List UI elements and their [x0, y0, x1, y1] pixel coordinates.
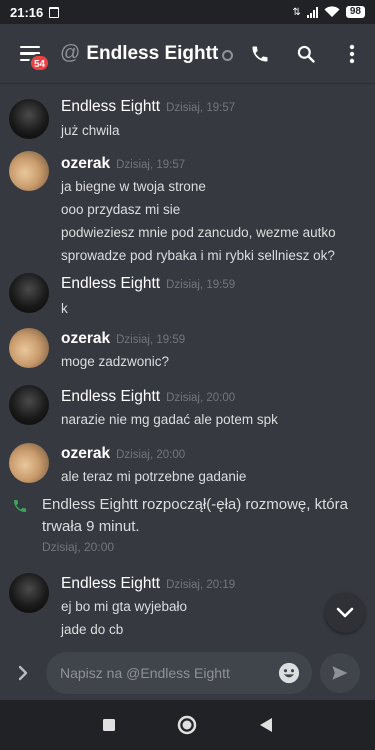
message-text: już chwila	[61, 123, 120, 138]
message-composer	[0, 645, 375, 700]
notification-badge: 54	[29, 53, 51, 72]
signal-icon	[306, 6, 318, 18]
message-author[interactable]: ozerak	[61, 330, 110, 347]
message-text: ale teraz mi potrzebne gadanie	[61, 469, 247, 484]
avatar[interactable]	[9, 328, 49, 368]
recents-button[interactable]	[89, 705, 129, 745]
avatar[interactable]	[9, 99, 49, 139]
message-input-container	[46, 651, 312, 694]
message-author[interactable]: Endless Eightt	[61, 575, 160, 592]
message-author[interactable]: Endless Eightt	[61, 275, 160, 292]
message-author[interactable]: ozerak	[61, 445, 110, 462]
search-icon	[297, 45, 315, 63]
message-timestamp: Dzisiaj, 19:59	[166, 279, 236, 291]
message-text: ej bo mi gta wyjebało	[61, 599, 188, 614]
back-button[interactable]	[246, 705, 286, 745]
wifi-icon	[324, 6, 340, 18]
menu-button[interactable]: 54	[0, 24, 60, 84]
search-button[interactable]	[283, 24, 329, 84]
chevron-right-icon	[18, 665, 28, 680]
message-timestamp: Dzisiaj, 20:00	[116, 449, 186, 461]
expand-button[interactable]	[0, 645, 46, 700]
call-notice-timestamp: Dzisiaj, 20:00	[42, 540, 115, 554]
message-timestamp: Dzisiaj, 20:00	[166, 392, 236, 404]
message-text: moge zadzwonic?	[61, 354, 170, 369]
message-timestamp: Dzisiaj, 19:59	[116, 334, 186, 346]
data-transfer-icon: ⇅	[292, 6, 301, 18]
kebab-menu-icon	[349, 44, 355, 63]
system-nav-bar	[0, 700, 375, 750]
message-timestamp: Dzisiaj, 19:57	[166, 102, 236, 114]
message-author[interactable]: ozerak	[61, 155, 110, 172]
message-author[interactable]: Endless Eightt	[61, 98, 160, 115]
message-list[interactable]: Endless Eightt Dzisiaj, 19:57 już chwila …	[0, 85, 375, 645]
offline-status-icon	[222, 49, 234, 61]
call-notice-text: Endless Eightt rozpoczął(-ęła) rozmowę, …	[42, 496, 348, 513]
status-time: 21:16	[10, 4, 44, 20]
status-bar: 21:16 ⇅ 98	[0, 0, 375, 24]
avatar[interactable]	[9, 573, 49, 613]
message-text: podwieziesz mnie pod zancudo, wezme autk…	[61, 225, 336, 240]
back-icon	[259, 718, 272, 732]
avatar[interactable]	[9, 443, 49, 483]
avatar[interactable]	[9, 273, 49, 313]
message-timestamp: Dzisiaj, 19:57	[116, 159, 186, 171]
avatar[interactable]	[9, 151, 49, 191]
message-text: sprowadze pod rybaka i mi rybki sellnies…	[61, 248, 335, 263]
home-icon	[178, 715, 197, 735]
message-text: k	[61, 301, 68, 316]
battery-indicator: 98	[345, 6, 365, 18]
page-title[interactable]: Endless Eightt	[86, 43, 218, 65]
channel-header: 54 @ Endless Eightt	[0, 24, 375, 84]
jump-to-bottom-button[interactable]	[325, 593, 365, 633]
message-text: jade do cb	[61, 622, 124, 637]
send-button[interactable]	[320, 652, 360, 693]
emoji-icon[interactable]	[278, 662, 300, 684]
phone-icon	[252, 46, 268, 61]
message-text: ooo przydasz mi sie	[61, 202, 181, 217]
avatar[interactable]	[9, 385, 49, 425]
chevron-down-icon	[336, 607, 354, 618]
more-options-button[interactable]	[329, 24, 375, 84]
call-button[interactable]	[237, 24, 283, 84]
message-text: ja biegne w twoja strone	[61, 179, 206, 194]
call-notice-text: trwała 9 minut.	[42, 518, 140, 535]
recents-icon	[103, 719, 116, 731]
message-author[interactable]: Endless Eightt	[61, 388, 160, 405]
at-icon: @	[60, 42, 81, 64]
trash-icon	[49, 6, 60, 18]
message-input[interactable]	[46, 664, 266, 681]
send-icon	[332, 665, 348, 680]
phone-call-icon	[14, 500, 26, 512]
home-button[interactable]	[167, 705, 207, 745]
message-text: narazie nie mg gadać ale potem spk	[61, 412, 278, 427]
message-timestamp: Dzisiaj, 20:19	[166, 579, 236, 591]
